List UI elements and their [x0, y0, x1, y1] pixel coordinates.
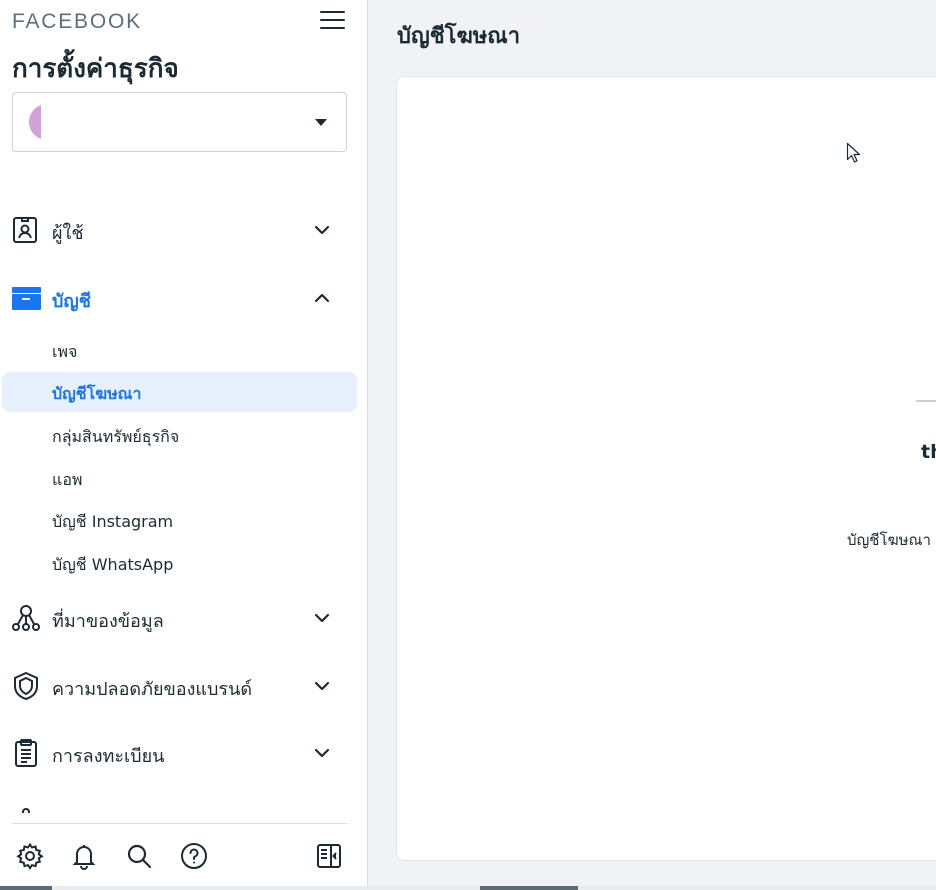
- shield-icon: [14, 671, 38, 701]
- chevron-down-icon: [314, 681, 330, 691]
- sidebar-subitem-whatsapp-accounts[interactable]: บัญชี WhatsApp: [2, 543, 357, 583]
- menu-icon[interactable]: [320, 8, 346, 32]
- search-icon[interactable]: [125, 842, 153, 870]
- nodes-icon: [12, 605, 40, 631]
- sidebar-subitem-label: บัญชี Instagram: [52, 512, 174, 531]
- sidebar: FACEBOOK การตั้งค่าธุรกิจ ผู้ใช้ บัญชี เ…: [0, 0, 368, 890]
- sidebar-item-label: บัญชี: [52, 291, 91, 312]
- caret-down-icon: [315, 119, 327, 126]
- chevron-down-icon: [314, 225, 330, 235]
- brand-logo: FACEBOOK: [12, 10, 142, 33]
- gear-icon[interactable]: [16, 842, 44, 870]
- sidebar-subitem-pages[interactable]: เพจ: [2, 330, 357, 370]
- card-subtext: บัญชีโฆษณา: [847, 531, 931, 549]
- taskbar-edge: [0, 886, 936, 890]
- sidebar-subitem-apps[interactable]: แอพ: [2, 458, 357, 498]
- content-card: th บัญชีโฆษณา: [397, 77, 936, 860]
- sidebar-item-accounts[interactable]: บัญชี: [0, 275, 360, 319]
- clipboard-icon: [15, 739, 37, 767]
- page-title: การตั้งค่าธุรกิจ: [12, 54, 179, 84]
- panel-toggle-icon[interactable]: [315, 842, 343, 870]
- id-badge-icon: [13, 217, 37, 243]
- sidebar-item-registrations[interactable]: การลงทะเบียน: [0, 730, 360, 774]
- sidebar-subitem-label: บัญชีโฆษณา: [52, 384, 142, 403]
- mouse-cursor-icon: [846, 142, 861, 163]
- folder-icon: [12, 287, 41, 310]
- divider: [916, 400, 936, 402]
- card-heading: th: [921, 441, 936, 463]
- business-selector[interactable]: [12, 92, 347, 152]
- sidebar-item-label: ความปลอดภัยของแบรนด์: [52, 679, 253, 700]
- sidebar-item-brand-safety[interactable]: ความปลอดภัยของแบรนด์: [0, 663, 360, 707]
- sidebar-item-users[interactable]: ผู้ใช้: [0, 207, 360, 251]
- sidebar-item-label: ที่มาของข้อมูล: [52, 611, 164, 632]
- sidebar-item-label: ผู้ใช้: [52, 223, 84, 244]
- sidebar-item-label: การลงทะเบียน: [52, 746, 165, 767]
- help-icon[interactable]: [180, 842, 208, 870]
- main-title: บัญชีโฆษณา: [397, 24, 521, 49]
- chevron-down-icon: [314, 748, 330, 758]
- sidebar-item-data-sources[interactable]: ที่มาของข้อมูล: [0, 595, 360, 639]
- sidebar-subitem-ad-accounts[interactable]: บัญชีโฆษณา: [2, 372, 357, 412]
- sidebar-subitem-label: บัญชี WhatsApp: [52, 555, 174, 574]
- sidebar-subitem-label: กลุ่มสินทรัพย์ธุรกิจ: [52, 427, 180, 446]
- sidebar-subitem-label: แอพ: [52, 470, 83, 489]
- bell-icon[interactable]: [70, 842, 98, 870]
- chevron-down-icon: [314, 613, 330, 623]
- sidebar-subitem-business-asset-groups[interactable]: กลุ่มสินทรัพย์ธุรกิจ: [2, 415, 357, 455]
- sidebar-footer: [12, 823, 347, 890]
- sidebar-subitem-label: เพจ: [52, 342, 78, 361]
- chevron-up-icon: [314, 293, 330, 303]
- sidebar-subitem-instagram-accounts[interactable]: บัญชี Instagram: [2, 500, 357, 540]
